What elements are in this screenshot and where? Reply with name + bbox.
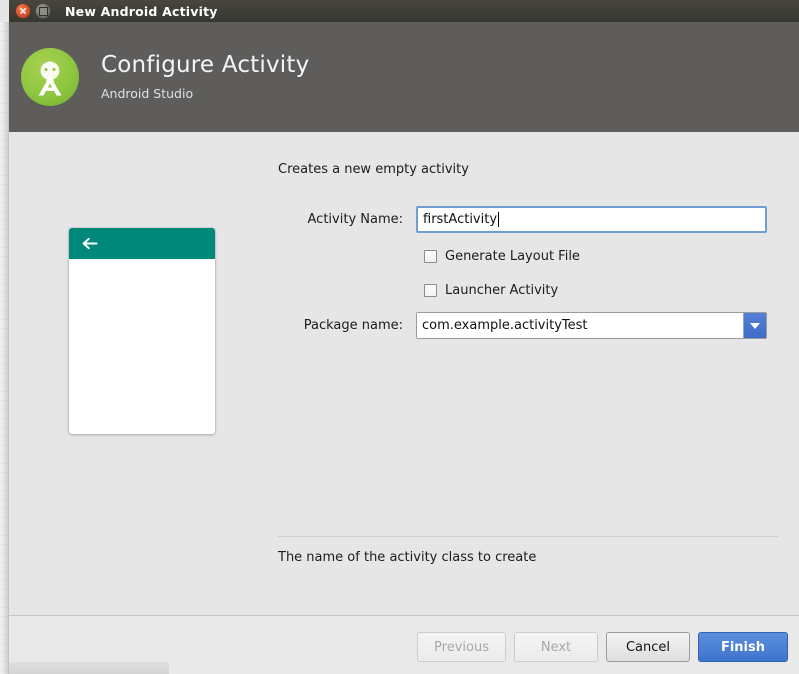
generate-layout-file-checkbox[interactable] <box>424 250 437 263</box>
help-text: The name of the activity class to create <box>278 550 537 565</box>
activity-name-row: Activity Name: firstActivity <box>278 206 778 233</box>
footer-button-row: Previous Next Cancel Finish <box>417 632 788 662</box>
preview-appbar <box>69 228 215 259</box>
generate-layout-file-label: Generate Layout File <box>445 249 580 264</box>
window-title: New Android Activity <box>65 3 218 19</box>
generate-layout-file-row[interactable]: Generate Layout File <box>424 244 778 269</box>
launcher-activity-label: Launcher Activity <box>445 283 559 298</box>
dialog-header: Configure Activity Android Studio <box>9 22 799 132</box>
dialog-title: Configure Activity <box>101 52 310 79</box>
new-android-activity-dialog: New Android Activity Configure Activity … <box>0 0 799 674</box>
package-name-row: Package name: com.example.activityTest <box>278 312 778 339</box>
launcher-activity-row[interactable]: Launcher Activity <box>424 278 778 303</box>
dialog-subtitle: Android Studio <box>101 85 194 101</box>
preview-body <box>69 259 215 434</box>
chevron-down-icon[interactable] <box>743 313 766 338</box>
configure-activity-form: Creates a new empty activity Activity Na… <box>278 162 778 350</box>
package-name-combobox[interactable]: com.example.activityTest <box>416 312 767 339</box>
background-window-content <box>2 22 7 674</box>
package-name-label: Package name: <box>303 318 403 333</box>
dialog-footer: Previous Next Cancel Finish <box>9 616 799 674</box>
maximize-square-icon[interactable] <box>35 3 51 19</box>
cancel-button[interactable]: Cancel <box>606 632 690 662</box>
background-window-sliver <box>0 22 9 674</box>
dialog-header-text: Configure Activity Android Studio <box>101 52 310 101</box>
activity-name-value: firstActivity <box>423 212 498 227</box>
dialog-content: Creates a new empty activity Activity Na… <box>9 132 799 615</box>
next-button[interactable]: Next <box>514 632 598 662</box>
text-caret <box>498 212 500 227</box>
finish-button[interactable]: Finish <box>698 632 788 662</box>
activity-name-label: Activity Name: <box>307 212 403 227</box>
desktop-bottom-strip <box>9 662 169 674</box>
package-name-value[interactable]: com.example.activityTest <box>417 313 743 338</box>
window-titlebar[interactable]: New Android Activity <box>9 0 799 22</box>
close-circle-icon[interactable] <box>15 3 31 19</box>
android-studio-logo-icon <box>21 48 79 106</box>
launcher-activity-checkbox[interactable] <box>424 284 437 297</box>
help-divider <box>278 536 778 537</box>
activity-preview <box>69 228 215 434</box>
back-arrow-icon <box>82 237 98 250</box>
activity-name-input[interactable]: firstActivity <box>416 206 767 233</box>
previous-button[interactable]: Previous <box>417 632 506 662</box>
form-description: Creates a new empty activity <box>278 162 469 177</box>
